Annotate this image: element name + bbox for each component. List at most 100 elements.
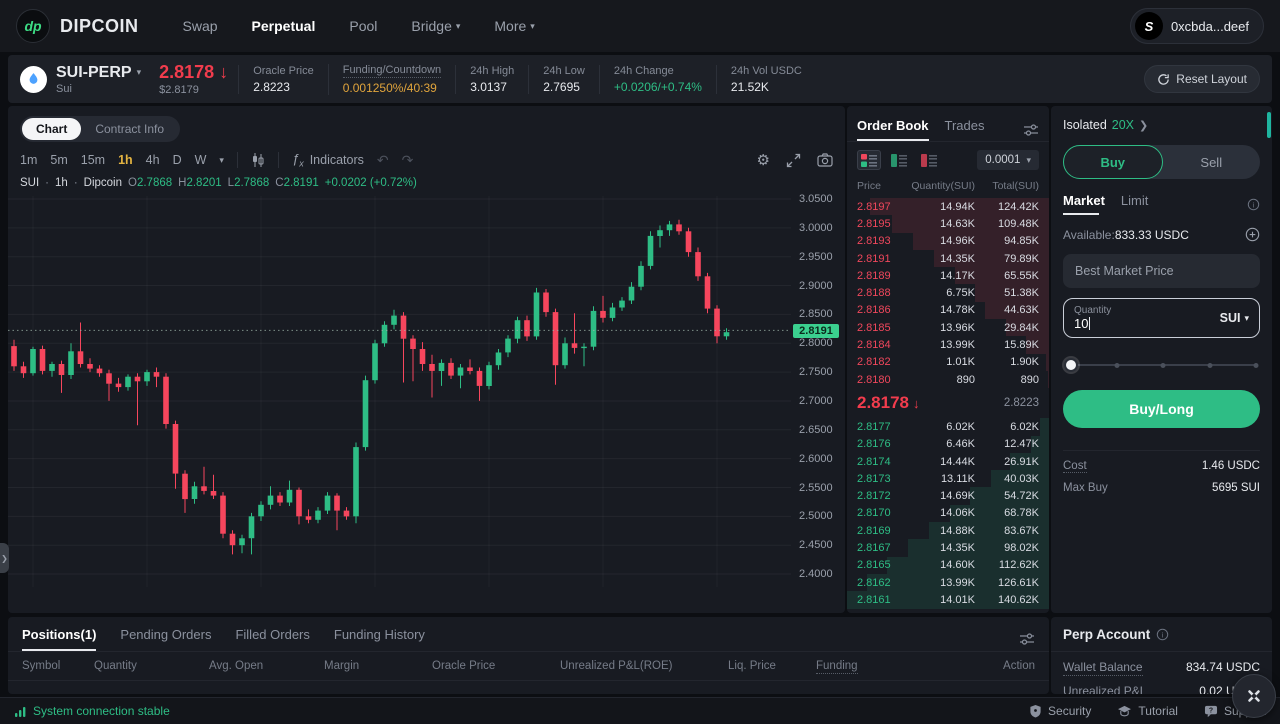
widget-tools-button[interactable]	[1232, 674, 1276, 718]
chart-tabs: ChartContract Info	[20, 116, 180, 142]
ask-row[interactable]: 2.818914.17K65.55K	[847, 267, 1049, 284]
legend-sep: ·	[74, 177, 78, 189]
legend-c: C2.8191	[275, 177, 319, 189]
bid-row[interactable]: 2.817313.11K40.03K	[847, 470, 1049, 487]
timeframe-d[interactable]: D	[173, 153, 182, 167]
slider-dot-1[interactable]	[1115, 363, 1120, 368]
chart-settings-gear-icon[interactable]: ⚙	[757, 151, 770, 169]
tab-pending-orders[interactable]: Pending Orders	[120, 627, 211, 651]
slider-dot-2[interactable]	[1161, 363, 1166, 368]
candlestick-chart[interactable]	[8, 196, 791, 587]
bid-row[interactable]: 2.817214.69K54.72K	[847, 487, 1049, 504]
available-label: Available:	[1063, 228, 1115, 242]
slider-dot-4[interactable]	[1254, 363, 1259, 368]
price-input[interactable]: Best Market Price	[1063, 254, 1260, 288]
positions-settings-icon[interactable]	[1019, 632, 1035, 646]
undo-icon[interactable]: ↶	[377, 152, 389, 169]
ask-row[interactable]: 2.818413.99K15.89K	[847, 336, 1049, 353]
total-cell: 29.84K	[975, 322, 1039, 334]
indicators-button[interactable]: ƒx Indicators	[292, 151, 364, 169]
ask-row[interactable]: 2.819114.35K79.89K	[847, 250, 1049, 267]
deposit-plus-icon[interactable]	[1245, 227, 1260, 242]
ask-row[interactable]: 2.819714.94K124.42K	[847, 198, 1049, 215]
tab-limit[interactable]: Limit	[1121, 193, 1148, 215]
order-book-settings-icon[interactable]	[1023, 123, 1039, 137]
bid-row[interactable]: 2.81766.46K12.47K	[847, 436, 1049, 453]
timeframe-5m[interactable]: 5m	[50, 153, 67, 167]
wallet-button[interactable]: S 0xcbda...deef	[1130, 8, 1264, 44]
dipcoin-logo-icon[interactable]: dp	[16, 9, 50, 43]
timeframe-more-icon[interactable]: ▾	[219, 155, 224, 166]
slider-thumb[interactable]	[1064, 358, 1078, 372]
perp-account-info-icon[interactable]: i	[1156, 628, 1169, 641]
nav-item-perpetual[interactable]: Perpetual	[252, 18, 316, 34]
tab-trades[interactable]: Trades	[945, 118, 985, 141]
bid-row[interactable]: 2.816914.88K83.67K	[847, 522, 1049, 539]
timeframe-4h[interactable]: 4h	[146, 153, 160, 167]
nav-item-more[interactable]: More▾	[494, 18, 534, 34]
timeframe-15m[interactable]: 15m	[81, 153, 105, 167]
tab-funding-history[interactable]: Funding History	[334, 627, 425, 651]
ask-row[interactable]: 2.8180890890	[847, 371, 1049, 388]
order-type-info-icon[interactable]: i	[1247, 198, 1260, 211]
timeframe-1m[interactable]: 1m	[20, 153, 37, 167]
fullscreen-icon[interactable]	[786, 153, 801, 168]
stat-label: 24h Low	[543, 65, 585, 77]
quantity-cell: 14.01K	[909, 594, 975, 606]
margin-mode-selector[interactable]: Isolated 20X ❯	[1063, 118, 1260, 132]
timeframe-w[interactable]: W	[195, 153, 207, 167]
tab-positions-1-[interactable]: Positions(1)	[22, 627, 96, 651]
bid-row[interactable]: 2.816514.60K112.62K	[847, 557, 1049, 574]
status-link-tutorial[interactable]: Tutorial	[1117, 704, 1178, 718]
tab-order-book[interactable]: Order Book	[857, 118, 929, 141]
bid-row[interactable]: 2.817414.44K26.91K	[847, 453, 1049, 470]
price-axis-label: 2.9000	[799, 280, 833, 292]
nav-item-pool[interactable]: Pool	[349, 18, 377, 34]
fx-icon: ƒx	[292, 151, 304, 169]
total-cell: 109.48K	[975, 218, 1039, 230]
quantity-unit-dropdown[interactable]: SUI ▾	[1220, 311, 1249, 325]
bid-row[interactable]: 2.816714.35K98.02K	[847, 539, 1049, 556]
mid-price[interactable]: 2.8178	[857, 393, 909, 413]
layout-bids-only-icon[interactable]	[887, 150, 911, 170]
ask-row[interactable]: 2.81821.01K1.90K	[847, 354, 1049, 371]
bid-row[interactable]: 2.817014.06K68.78K	[847, 505, 1049, 522]
redo-icon[interactable]: ↷	[402, 152, 414, 169]
tab-contract-info[interactable]: Contract Info	[81, 118, 178, 140]
quantity-input[interactable]: Quantity 10 SUI ▾	[1063, 298, 1260, 338]
precision-dropdown[interactable]: 0.0001▾	[977, 150, 1039, 170]
timeframe-1h[interactable]: 1h	[118, 153, 133, 167]
nav-item-swap[interactable]: Swap	[183, 18, 218, 34]
layout-asks-only-icon[interactable]	[917, 150, 941, 170]
ask-row[interactable]: 2.819314.96K94.85K	[847, 233, 1049, 250]
bid-row[interactable]: 2.816213.99K126.61K	[847, 574, 1049, 591]
snapshot-camera-icon[interactable]	[817, 153, 833, 167]
chevron-down-icon: ▾	[530, 21, 535, 32]
ask-row[interactable]: 2.818513.96K29.84K	[847, 319, 1049, 336]
symbol-selector[interactable]: SUI-PERP ▾ Sui	[56, 64, 141, 95]
tab-market[interactable]: Market	[1063, 193, 1105, 215]
last-price: 2.8178	[159, 62, 214, 82]
candle-style-icon[interactable]	[251, 152, 265, 168]
ask-row[interactable]: 2.818614.78K44.63K	[847, 302, 1049, 319]
tab-chart[interactable]: Chart	[22, 118, 81, 140]
drawing-toolbar-handle[interactable]: ❯	[0, 543, 9, 573]
trade-panel-scrollbar[interactable]	[1267, 112, 1271, 138]
tab-filled-orders[interactable]: Filled Orders	[235, 627, 309, 651]
quantity-slider[interactable]	[1067, 358, 1256, 372]
price-axis[interactable]: 3.05003.00002.95002.90002.85002.80002.75…	[791, 196, 845, 587]
ask-row[interactable]: 2.81886.75K51.38K	[847, 284, 1049, 301]
tab-buy[interactable]: Buy	[1063, 145, 1163, 179]
bid-row[interactable]: 2.81776.02K6.02K	[847, 418, 1049, 435]
layout-both-sides-icon[interactable]	[857, 150, 881, 170]
status-link-security[interactable]: Security	[1029, 704, 1091, 718]
ask-row[interactable]: 2.819514.63K109.48K	[847, 215, 1049, 232]
buy-long-button[interactable]: Buy/Long	[1063, 390, 1260, 428]
slider-dot-3[interactable]	[1207, 363, 1212, 368]
tab-sell[interactable]: Sell	[1163, 145, 1261, 179]
stat-label: 24h Vol USDC	[731, 65, 802, 77]
bid-row[interactable]: 2.816114.01K140.62K	[847, 591, 1049, 608]
reset-layout-button[interactable]: Reset Layout	[1144, 65, 1260, 93]
detail-cost: Cost1.46 USDC	[1063, 460, 1260, 473]
nav-item-bridge[interactable]: Bridge▾	[411, 18, 460, 34]
